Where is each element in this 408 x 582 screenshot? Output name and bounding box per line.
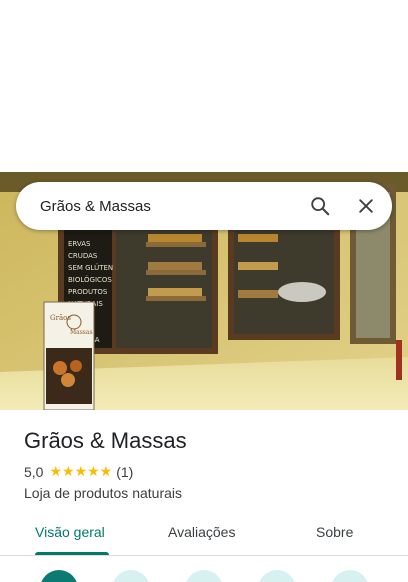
place-title: Grãos & Massas bbox=[24, 428, 187, 453]
close-button[interactable] bbox=[346, 186, 386, 226]
tab-overview[interactable]: Visão geral bbox=[35, 524, 105, 540]
tab-about[interactable]: Sobre bbox=[316, 524, 353, 540]
close-icon bbox=[359, 199, 373, 213]
svg-text:Massas: Massas bbox=[70, 329, 93, 336]
svg-text:SEM GLÚTEN: SEM GLÚTEN bbox=[68, 263, 113, 272]
start-button[interactable] bbox=[112, 570, 150, 582]
active-tab-indicator bbox=[35, 552, 109, 555]
svg-text:BIOLÓGICOS: BIOLÓGICOS bbox=[68, 275, 112, 284]
share-button[interactable] bbox=[331, 570, 369, 582]
map-blank-area bbox=[0, 0, 408, 172]
rating-value: 5,0 bbox=[24, 463, 44, 480]
shop-sign: Grãos Massas bbox=[43, 301, 95, 410]
svg-text:CRUDAS: CRUDAS bbox=[68, 252, 98, 260]
directions-button[interactable] bbox=[40, 570, 78, 582]
search-bar[interactable]: Grãos & Massas bbox=[16, 182, 392, 230]
review-count[interactable]: (1) bbox=[116, 464, 133, 480]
svg-text:ERVAS: ERVAS bbox=[68, 240, 91, 248]
save-button[interactable] bbox=[185, 570, 223, 582]
search-icon bbox=[311, 197, 330, 216]
place-category[interactable]: Loja de produtos naturais bbox=[24, 485, 182, 501]
svg-text:PRODUTOS: PRODUTOS bbox=[68, 288, 108, 296]
tab-bar: Visão geral Avaliações Sobre bbox=[0, 510, 408, 556]
nearby-button[interactable] bbox=[258, 570, 296, 582]
tab-reviews[interactable]: Avaliações bbox=[168, 524, 235, 540]
rating-stars: ★★★★★ bbox=[49, 463, 113, 479]
rating-row[interactable]: 5,0 ★★★★★ (1) bbox=[24, 463, 133, 480]
search-button[interactable] bbox=[300, 186, 340, 226]
search-input[interactable]: Grãos & Massas bbox=[40, 198, 300, 215]
